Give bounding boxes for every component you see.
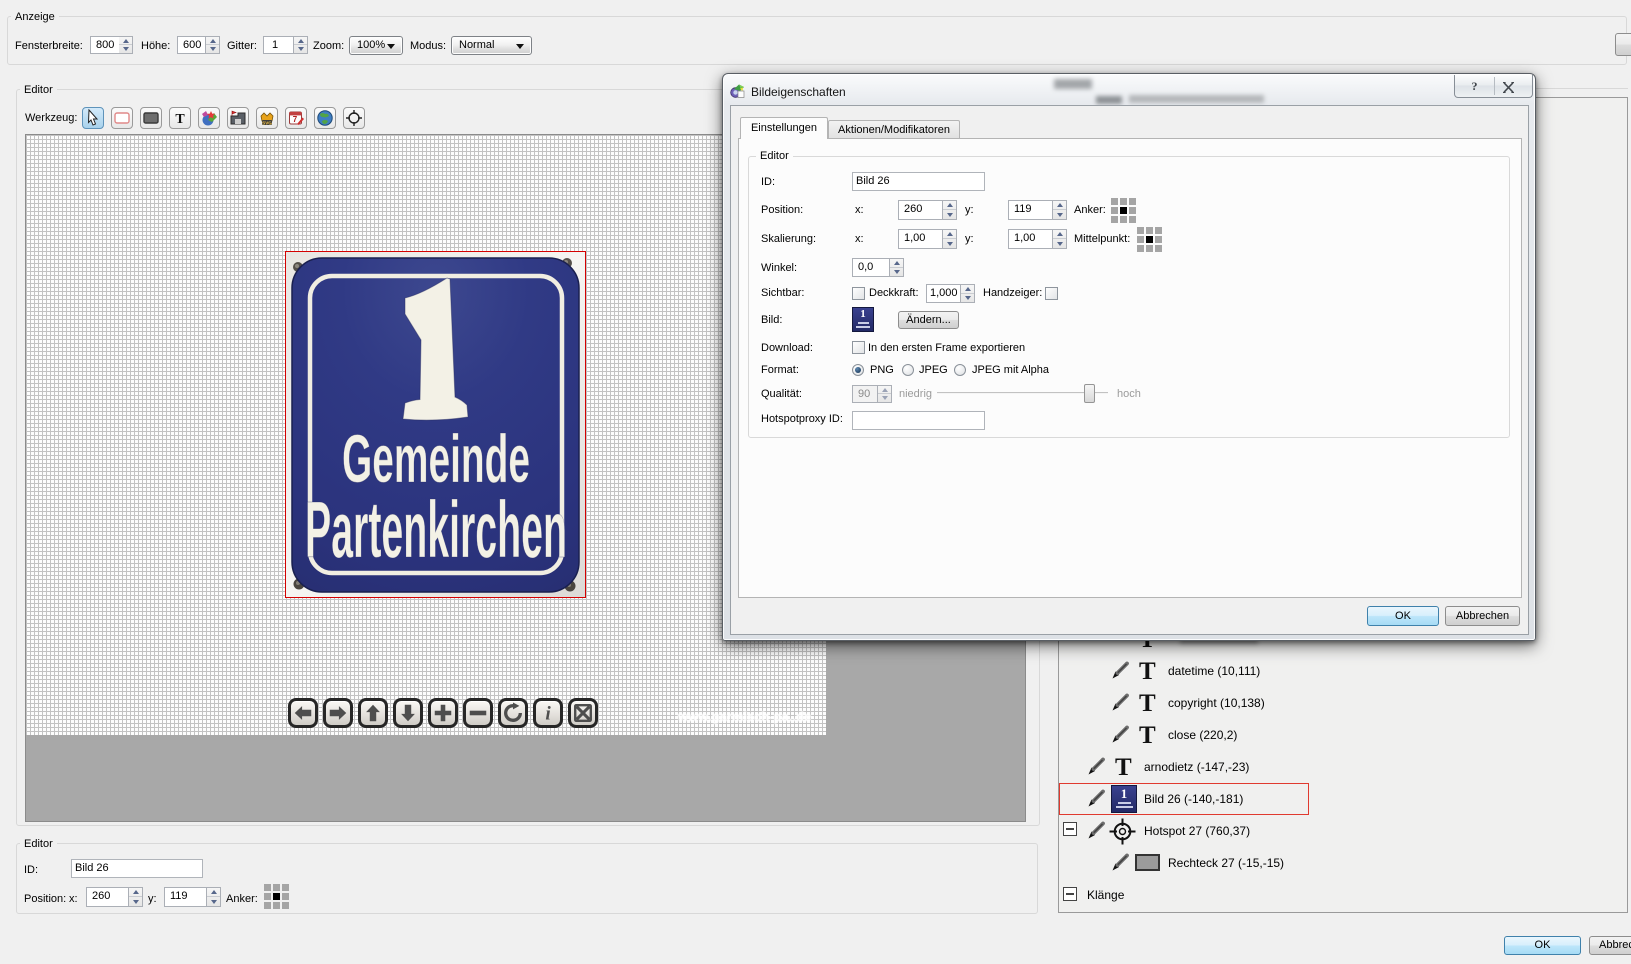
- svg-text:Partenkirchen: Partenkirchen: [305, 485, 567, 574]
- svg-text:7: 7: [293, 115, 298, 124]
- svg-text:i: i: [545, 703, 551, 724]
- svg-text:SVG: SVG: [262, 121, 272, 126]
- svg-text:T: T: [175, 112, 185, 127]
